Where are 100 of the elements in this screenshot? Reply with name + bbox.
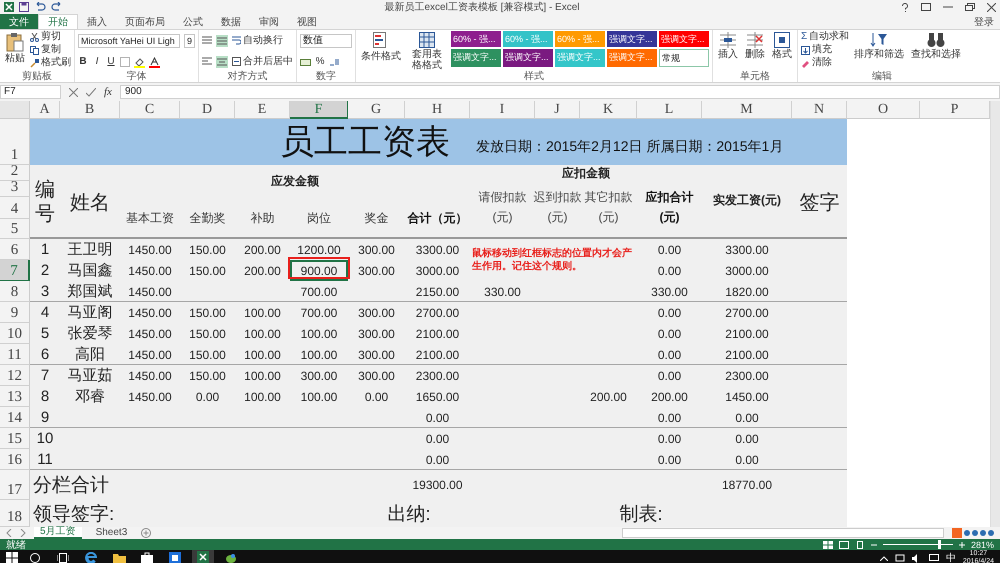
column-header[interactable]: O — [847, 101, 920, 119]
align-center-icon[interactable] — [216, 56, 228, 68]
cell-style-swatch[interactable]: 强调文字... — [659, 31, 710, 47]
fill-button[interactable]: 填充 — [801, 44, 850, 56]
delete-cells-button[interactable]: 删除 — [743, 31, 768, 61]
ribbon-tab[interactable]: 插入 — [78, 14, 116, 29]
font-style-button[interactable]: B — [78, 56, 88, 68]
name-box[interactable]: F7 — [0, 85, 61, 99]
align-middle-icon[interactable] — [216, 34, 228, 46]
chevron-up-icon[interactable] — [880, 556, 888, 560]
column-header[interactable]: J — [535, 101, 580, 119]
row-header[interactable]: 3 — [0, 181, 30, 197]
input-method-indicator[interactable]: 中 — [946, 551, 956, 563]
paste-button[interactable]: 粘贴 — [3, 31, 27, 65]
zoom-level[interactable]: 281% — [970, 540, 994, 550]
horizontal-scrollbar[interactable] — [622, 528, 944, 538]
column-header[interactable]: L — [637, 101, 702, 119]
column-header[interactable]: B — [60, 101, 120, 119]
column-header[interactable]: P — [920, 101, 990, 119]
row-header[interactable]: 15 — [0, 428, 30, 449]
currency-icon[interactable] — [300, 57, 312, 67]
row-header[interactable]: 5 — [0, 219, 30, 239]
row-header[interactable]: 4 — [0, 197, 30, 219]
cell-style-swatch[interactable]: 强调文字... — [607, 31, 658, 47]
font-color-icon[interactable] — [149, 56, 160, 68]
column-header[interactable]: I — [470, 101, 535, 119]
row-header[interactable]: 16 — [0, 449, 30, 470]
cell-style-swatch[interactable]: 60% - 强... — [451, 31, 502, 47]
help-icon[interactable] — [901, 2, 909, 12]
sort-filter-button[interactable]: 排序和筛选 — [852, 31, 906, 61]
close-icon[interactable] — [987, 2, 996, 12]
row-header[interactable]: 17 — [0, 470, 30, 500]
format-painter-button[interactable]: 格式刷 — [30, 57, 71, 69]
wrap-text-button[interactable]: 自动换行 — [232, 34, 284, 46]
undo-icon[interactable] — [34, 2, 46, 12]
zoom-in-icon[interactable] — [958, 542, 965, 548]
ribbon-tab[interactable]: 开始 — [38, 14, 78, 29]
align-left-icon[interactable] — [202, 56, 212, 66]
font-size-field[interactable]: 9 — [184, 34, 196, 48]
ribbon-tab[interactable]: 页面布局 — [116, 14, 174, 29]
find-select-button[interactable]: 查找和选择 — [909, 31, 964, 61]
format-as-table-button[interactable]: 套用表格格式 — [406, 31, 448, 72]
row-header[interactable]: 18 — [0, 500, 30, 527]
column-header[interactable]: D — [180, 101, 235, 119]
row-header[interactable]: 8 — [0, 281, 30, 302]
column-header[interactable]: H — [405, 101, 470, 119]
vertical-scrollbar[interactable] — [990, 101, 1000, 527]
restore-icon[interactable] — [965, 3, 975, 11]
formula-input[interactable]: 900 — [120, 85, 1000, 99]
column-header[interactable]: C — [120, 101, 180, 119]
sheet-tab[interactable]: Sheet3 — [90, 527, 134, 539]
redo-icon[interactable] — [51, 2, 63, 12]
save-icon[interactable] — [19, 2, 29, 12]
cell-style-swatch[interactable]: 强调文字... — [451, 49, 502, 67]
row-header[interactable]: 2 — [0, 165, 30, 181]
row-header[interactable]: 13 — [0, 386, 30, 407]
column-header[interactable]: F — [290, 101, 348, 119]
page-break-icon[interactable] — [854, 540, 865, 548]
ribbon-tab[interactable]: 文件 — [0, 14, 38, 29]
page-layout-icon[interactable] — [838, 540, 849, 548]
column-header[interactable]: K — [580, 101, 637, 119]
percent-button[interactable]: % — [315, 56, 326, 68]
column-header[interactable]: G — [348, 101, 405, 119]
taskbar-app[interactable] — [192, 550, 214, 563]
start-icon[interactable] — [6, 552, 18, 563]
cell-style-swatch[interactable]: 强调文字... — [503, 49, 554, 67]
borders-icon[interactable] — [120, 57, 130, 67]
row-header[interactable]: 6 — [0, 239, 30, 260]
scroll-right-icon[interactable] — [20, 529, 26, 537]
cut-button[interactable]: 剪切 — [30, 31, 71, 43]
insert-cells-button[interactable]: 插入 — [716, 31, 740, 61]
copy-button[interactable]: 复制 — [30, 44, 71, 56]
row-header[interactable]: 9 — [0, 302, 30, 323]
scroll-left-icon[interactable] — [6, 529, 12, 537]
sheet-tab[interactable]: 5月工资 — [34, 527, 82, 539]
zoom-out-icon[interactable] — [870, 542, 877, 548]
check-icon[interactable] — [86, 88, 96, 96]
row-header[interactable]: 1 — [0, 119, 30, 165]
ribbon-tab[interactable]: 视图 — [288, 14, 326, 29]
font-name-field[interactable]: Microsoft YaHei UI Ligh — [78, 34, 180, 48]
align-top-icon[interactable] — [202, 36, 212, 46]
column-header[interactable]: M — [702, 101, 792, 119]
column-header[interactable]: A — [30, 101, 60, 119]
format-cells-button[interactable]: 格式 — [770, 31, 794, 61]
row-header[interactable]: 11 — [0, 344, 30, 365]
add-sheet-icon[interactable] — [141, 528, 152, 538]
merge-center-button[interactable]: 合并后居中 — [232, 56, 294, 68]
column-header[interactable]: N — [792, 101, 847, 119]
cancel-icon[interactable] — [69, 88, 78, 96]
insert-function-button[interactable]: fx — [104, 86, 112, 98]
row-header[interactable]: 14 — [0, 407, 30, 428]
conditional-format-button[interactable]: 条件格式 — [359, 31, 404, 63]
ribbon-tab[interactable]: 数据 — [212, 14, 250, 29]
sign-in-link[interactable]: 登录 — [974, 14, 1000, 28]
ribbon-tab[interactable]: 审阅 — [250, 14, 288, 29]
font-style-button[interactable]: I — [92, 56, 102, 68]
row-header[interactable]: 12 — [0, 365, 30, 386]
font-style-button[interactable]: U — [106, 56, 116, 68]
number-format-field[interactable]: 数值 — [300, 34, 352, 48]
clear-button[interactable]: 清除 — [801, 57, 850, 69]
